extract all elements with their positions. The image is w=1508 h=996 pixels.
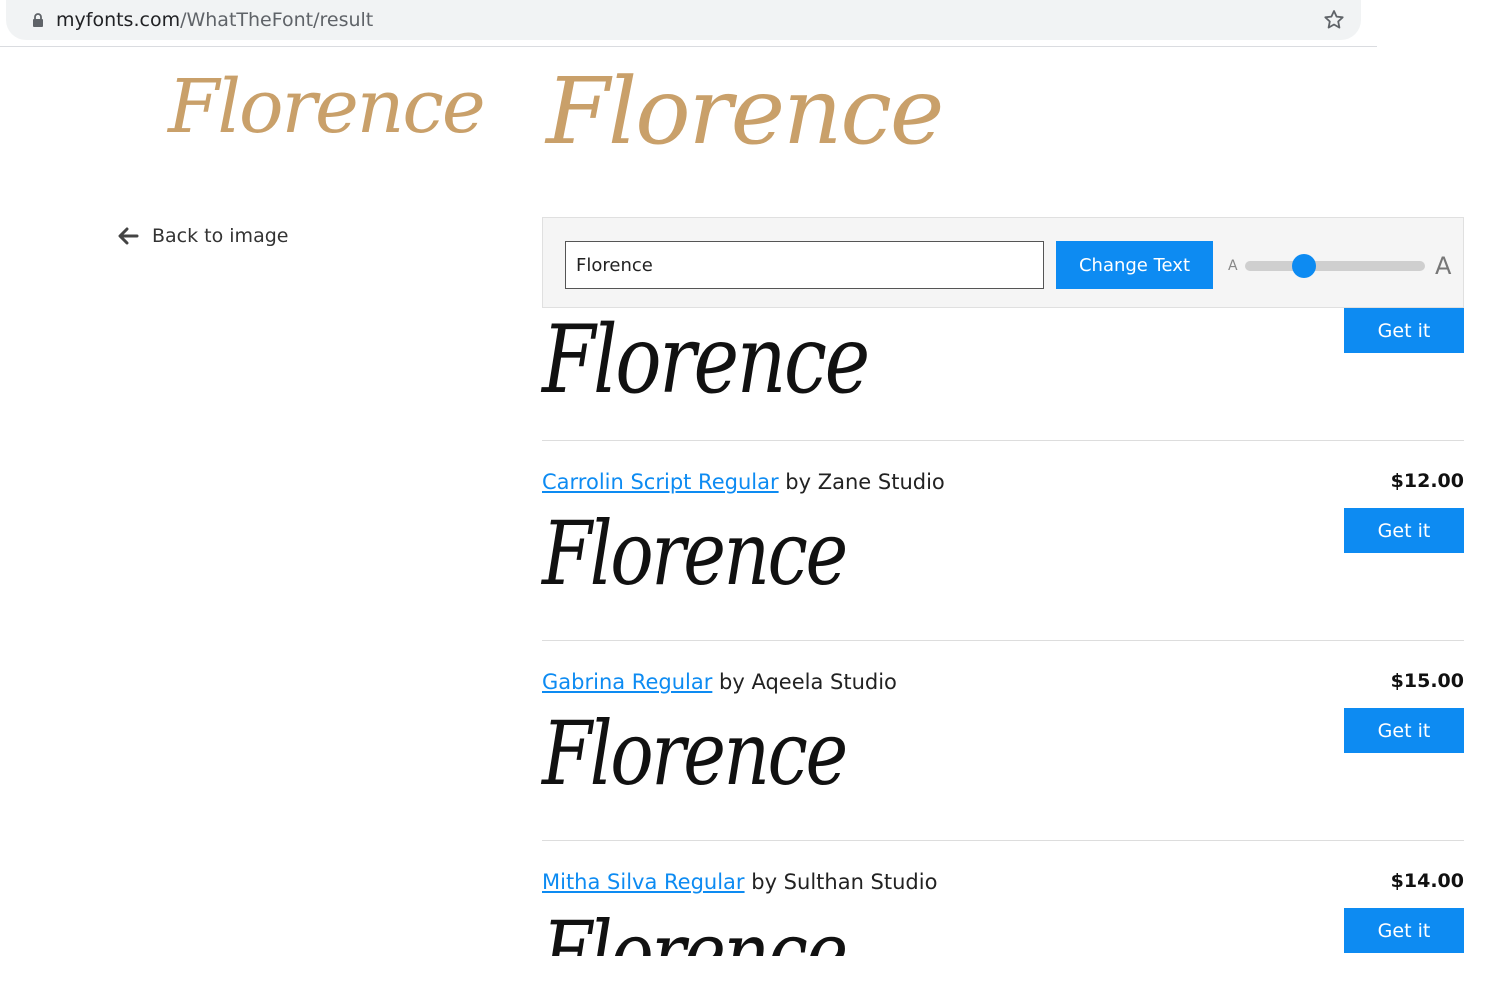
bookmark-star-icon[interactable] [1322, 8, 1346, 32]
get-it-button[interactable]: Get it [1344, 708, 1464, 753]
font-preview: Florence [542, 702, 848, 805]
result-divider [542, 440, 1464, 441]
url-text[interactable]: myfonts.com/WhatTheFont/result [56, 9, 373, 31]
font-result: Gabrina Regular by Aqeela Studio $15.00 … [542, 670, 1464, 841]
font-result: Carrolin Script Regular by Zane Studio $… [542, 470, 1464, 641]
font-result: Florence Get it [542, 300, 1464, 441]
font-name-link[interactable]: Mitha Silva Regular [542, 870, 745, 894]
get-it-button[interactable]: Get it [1344, 308, 1464, 353]
result-divider [542, 840, 1464, 841]
back-to-image-label: Back to image [152, 225, 289, 247]
back-to-image-link[interactable]: Back to image [116, 224, 288, 248]
font-title: Mitha Silva Regular by Sulthan Studio [542, 870, 937, 894]
font-preview: Florence [542, 902, 848, 956]
font-preview: Florence [542, 306, 870, 415]
font-result: Mitha Silva Regular by Sulthan Studio $1… [542, 870, 1464, 956]
url-path: /WhatTheFont/result [180, 9, 374, 31]
font-title: Gabrina Regular by Aqeela Studio [542, 670, 897, 694]
font-name-link[interactable]: Carrolin Script Regular [542, 470, 779, 494]
font-foundry: by Zane Studio [785, 470, 945, 494]
font-price: $14.00 [1390, 870, 1464, 892]
result-divider [542, 640, 1464, 641]
arrow-left-icon [118, 227, 139, 245]
preview-text-input[interactable] [565, 241, 1044, 289]
change-text-button[interactable]: Change Text [1056, 241, 1213, 289]
size-large-label: A [1435, 252, 1452, 280]
get-it-button[interactable]: Get it [1344, 508, 1464, 553]
get-it-button[interactable]: Get it [1344, 908, 1464, 953]
preview-controls: Change Text A A [542, 217, 1464, 308]
uploaded-sample-thumbnail: Florence [168, 64, 486, 150]
size-slider-thumb[interactable] [1291, 254, 1316, 278]
font-price: $15.00 [1390, 670, 1464, 692]
lock-icon [33, 13, 43, 27]
font-price: $12.00 [1390, 470, 1464, 492]
font-foundry: by Aqeela Studio [719, 670, 897, 694]
font-foundry: by Sulthan Studio [751, 870, 938, 894]
size-slider[interactable] [1245, 254, 1425, 278]
address-bar[interactable]: myfonts.com/WhatTheFont/result [6, 0, 1361, 40]
font-title: Carrolin Script Regular by Zane Studio [542, 470, 945, 494]
size-small-label: A [1228, 258, 1238, 274]
url-host: myfonts.com [56, 9, 181, 31]
toolbar-divider [0, 46, 1377, 47]
font-preview: Florence [542, 502, 848, 605]
font-name-link[interactable]: Gabrina Regular [542, 670, 712, 694]
uploaded-sample-cropped: Florence [546, 58, 944, 165]
